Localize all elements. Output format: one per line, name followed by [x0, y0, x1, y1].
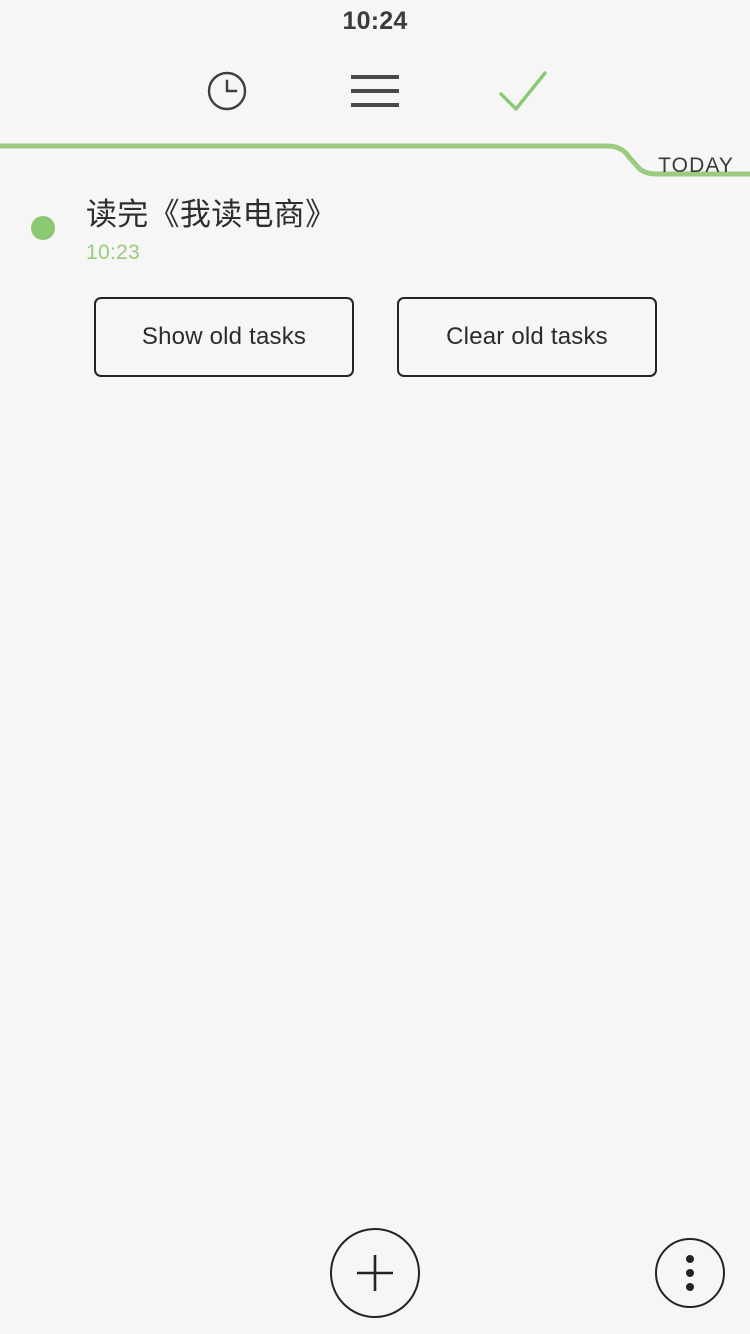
bottom-action-bar [0, 1214, 750, 1334]
task-list: 读完《我读电商》 10:23 Show old tasks Clear old … [0, 184, 750, 377]
status-bar-clock: 10:24 [342, 6, 408, 35]
clear-old-tasks-button[interactable]: Clear old tasks [397, 296, 657, 377]
top-navigation-bar [0, 42, 750, 140]
plus-icon [353, 1251, 397, 1295]
divider-line [0, 143, 750, 177]
task-title: 读完《我读电商》 [86, 197, 337, 232]
add-task-button[interactable] [330, 1228, 420, 1318]
nav-tab-menu[interactable] [336, 60, 414, 122]
status-bar: 10:24 [0, 0, 750, 42]
task-status-dot-cell[interactable] [0, 192, 86, 240]
check-icon [496, 69, 550, 113]
task-time: 10:23 [86, 240, 141, 264]
nav-tab-done[interactable] [484, 60, 562, 122]
today-section-divider: TODAY [0, 140, 750, 184]
hamburger-menu-icon [350, 72, 400, 110]
clock-icon [206, 70, 248, 112]
more-options-button[interactable] [655, 1238, 725, 1308]
task-content: 读完《我读电商》 10:23 [86, 192, 750, 265]
old-task-actions: Show old tasks Clear old tasks [0, 296, 750, 377]
three-dot-menu-icon [684, 1254, 696, 1292]
show-old-tasks-button[interactable]: Show old tasks [94, 296, 354, 377]
task-status-dot-icon[interactable] [31, 216, 55, 240]
nav-tab-clock[interactable] [188, 60, 266, 122]
task-row[interactable]: 读完《我读电商》 10:23 [0, 192, 750, 265]
today-label: TODAY [658, 154, 734, 177]
